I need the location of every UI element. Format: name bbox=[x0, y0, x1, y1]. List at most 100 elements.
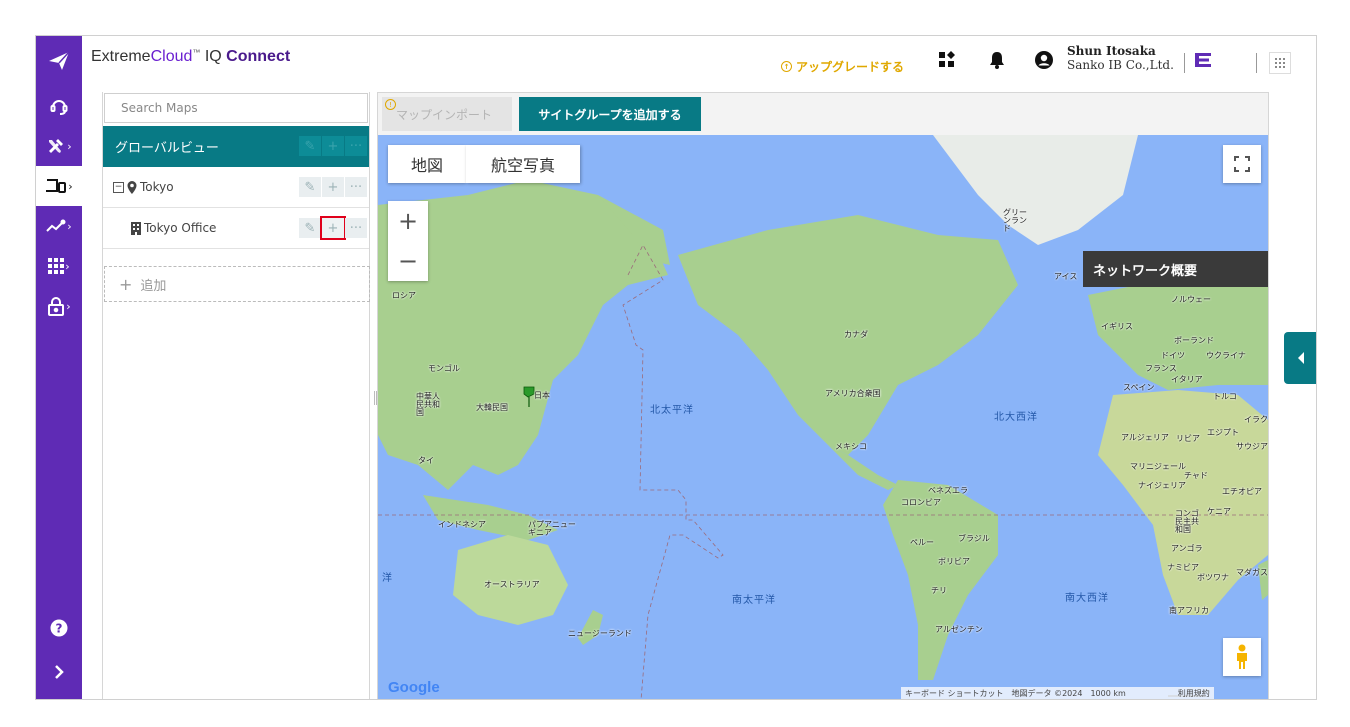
fullscreen-icon bbox=[1234, 156, 1250, 172]
global-view-label: グローバルビュー bbox=[115, 141, 219, 156]
warning-icon: ! bbox=[385, 99, 396, 110]
brand-prefix: Extreme bbox=[91, 48, 151, 65]
label-indonesia: インドネシア bbox=[438, 520, 486, 529]
app-window: ExtremeCloud™ IQ Connect ↑ アップグレードする Shu… bbox=[35, 35, 1317, 700]
label-russia: ロシア bbox=[392, 291, 416, 300]
world-map[interactable]: グリーンランド アイス ノルウェー ロシア イギリス ポーランド ドイツ ウクラ… bbox=[378, 135, 1268, 699]
edit-icon[interactable]: ✎ bbox=[299, 177, 321, 197]
paper-plane-icon bbox=[49, 51, 70, 70]
security-icon bbox=[48, 297, 65, 316]
label-congo: コンゴ民主共和国 bbox=[1175, 509, 1199, 534]
add-floor-icon[interactable]: + bbox=[320, 216, 346, 240]
nav-help[interactable]: ? bbox=[36, 608, 82, 648]
label-nigeria: ナイジェリア bbox=[1138, 481, 1186, 490]
add-location-button[interactable]: + 追加 bbox=[104, 266, 370, 302]
left-nav: › › › › › ? bbox=[36, 86, 82, 699]
widgets-icon[interactable] bbox=[937, 50, 957, 70]
label-japan: 日本 bbox=[534, 391, 550, 400]
tree-item-tokyo[interactable]: − Tokyo ✎ + ··· bbox=[103, 167, 369, 208]
upgrade-icon: ↑ bbox=[781, 61, 792, 72]
label-venezuela: ベネズエラ bbox=[928, 486, 968, 495]
label-mongolia: モンゴル bbox=[428, 364, 460, 373]
label-france: フランス bbox=[1145, 364, 1177, 373]
nav-support[interactable] bbox=[36, 86, 82, 126]
label-iraq: イラク bbox=[1244, 415, 1268, 424]
label-iceland: アイス bbox=[1054, 272, 1078, 281]
devices-icon bbox=[46, 179, 67, 193]
label-poland: ポーランド bbox=[1174, 336, 1214, 345]
label-canada: カナダ bbox=[844, 330, 868, 339]
user-avatar-icon[interactable] bbox=[1034, 50, 1054, 70]
label-indian-ocean: 洋 bbox=[382, 573, 393, 584]
app-launcher-icon[interactable] bbox=[1269, 52, 1291, 74]
label-botswana: ボツワナ bbox=[1197, 573, 1229, 582]
nav-expand[interactable] bbox=[36, 652, 82, 692]
brand-title: ExtremeCloud™ IQ Connect bbox=[91, 48, 290, 66]
user-organization: Sanko IB Co.,Ltd. bbox=[1067, 58, 1174, 72]
extreme-logo-icon[interactable] bbox=[1193, 50, 1213, 70]
label-ethiopia: エチオピア bbox=[1222, 487, 1262, 496]
tokyo-actions: ✎ + ··· bbox=[299, 177, 367, 197]
label-ukraine: ウクライナ bbox=[1206, 351, 1246, 360]
terms-link[interactable]: 利用規約 bbox=[1178, 688, 1210, 699]
zoom-out-button[interactable]: − bbox=[388, 241, 428, 281]
right-panel-toggle[interactable] bbox=[1284, 332, 1316, 384]
label-brazil: ブラジル bbox=[958, 534, 990, 543]
nav-security[interactable]: › bbox=[36, 286, 82, 326]
google-logo: Google bbox=[388, 679, 440, 696]
fullscreen-button[interactable] bbox=[1223, 145, 1261, 183]
edit-icon[interactable]: ✎ bbox=[299, 218, 321, 238]
network-overview-panel[interactable]: ネットワーク概要 bbox=[1083, 251, 1268, 287]
label-argentina: アルゼンチン bbox=[935, 625, 983, 634]
app-logo[interactable] bbox=[36, 36, 82, 86]
label-namibia: ナミビア bbox=[1167, 563, 1199, 572]
more-icon[interactable]: ··· bbox=[345, 218, 367, 238]
search-maps-input[interactable]: Search Maps bbox=[104, 93, 368, 123]
nav-apps[interactable]: › bbox=[36, 246, 82, 286]
label-north-atlantic: 北大西洋 bbox=[994, 412, 1038, 423]
nav-devices[interactable]: › bbox=[36, 166, 82, 206]
help-icon: ? bbox=[50, 619, 68, 637]
location-pin-icon bbox=[127, 180, 137, 194]
tree-item-global-view[interactable]: グローバルビュー ✎ + ··· bbox=[103, 126, 369, 167]
map-import-button[interactable]: ! マップインポート bbox=[382, 97, 512, 131]
nav-analytics[interactable]: › bbox=[36, 206, 82, 246]
label-italy: イタリア bbox=[1171, 375, 1203, 384]
more-icon[interactable]: ··· bbox=[345, 177, 367, 197]
label-colombia: コロンビア bbox=[901, 498, 941, 507]
map-import-label: マップインポート bbox=[396, 107, 493, 122]
zoom-in-button[interactable]: + bbox=[388, 201, 428, 241]
user-name[interactable]: Shun Itosaka bbox=[1067, 44, 1156, 58]
tools-icon bbox=[49, 139, 64, 153]
plus-icon: + bbox=[119, 274, 133, 294]
label-egypt: エジプト bbox=[1207, 428, 1239, 437]
add-icon[interactable]: + bbox=[322, 136, 344, 156]
keyboard-shortcuts-link[interactable]: キーボード ショートカット bbox=[905, 688, 1004, 699]
nav-configure[interactable]: › bbox=[36, 126, 82, 166]
label-south-atlantic: 南大西洋 bbox=[1065, 593, 1109, 604]
map-type-map-button[interactable]: 地図 bbox=[388, 145, 466, 183]
upgrade-link[interactable]: ↑ アップグレードする bbox=[781, 58, 904, 75]
collapse-icon[interactable]: − bbox=[113, 181, 124, 193]
label-mali: マリ bbox=[1130, 462, 1146, 471]
add-site-group-button[interactable]: サイトグループを追加する bbox=[519, 97, 701, 131]
street-view-button[interactable] bbox=[1223, 638, 1261, 676]
header-divider bbox=[1184, 53, 1185, 73]
tokyo-office-label: Tokyo Office bbox=[144, 221, 217, 235]
tree-item-tokyo-office[interactable]: Tokyo Office ✎ + ··· bbox=[103, 208, 369, 249]
bell-icon[interactable] bbox=[987, 50, 1007, 70]
chevron-left-icon bbox=[1298, 352, 1304, 364]
label-spain: スペイン bbox=[1123, 383, 1155, 392]
edit-icon[interactable]: ✎ bbox=[299, 136, 321, 156]
expand-icon bbox=[55, 665, 64, 679]
map-type-satellite-button[interactable]: 航空写真 bbox=[466, 145, 580, 183]
pegman-icon bbox=[1237, 644, 1247, 669]
label-australia: オーストラリア bbox=[484, 580, 540, 589]
zoom-controls: + − bbox=[388, 201, 428, 281]
more-icon[interactable]: ··· bbox=[345, 136, 367, 156]
label-mexico: メキシコ bbox=[835, 442, 867, 451]
scale-label[interactable]: 1000 km bbox=[1090, 689, 1125, 698]
location-tree-panel: Search Maps グローバルビュー ✎ + ··· − Tokyo ✎ +… bbox=[102, 92, 370, 699]
add-icon[interactable]: + bbox=[322, 177, 344, 197]
label-png: パプアニューギニア bbox=[528, 520, 576, 537]
